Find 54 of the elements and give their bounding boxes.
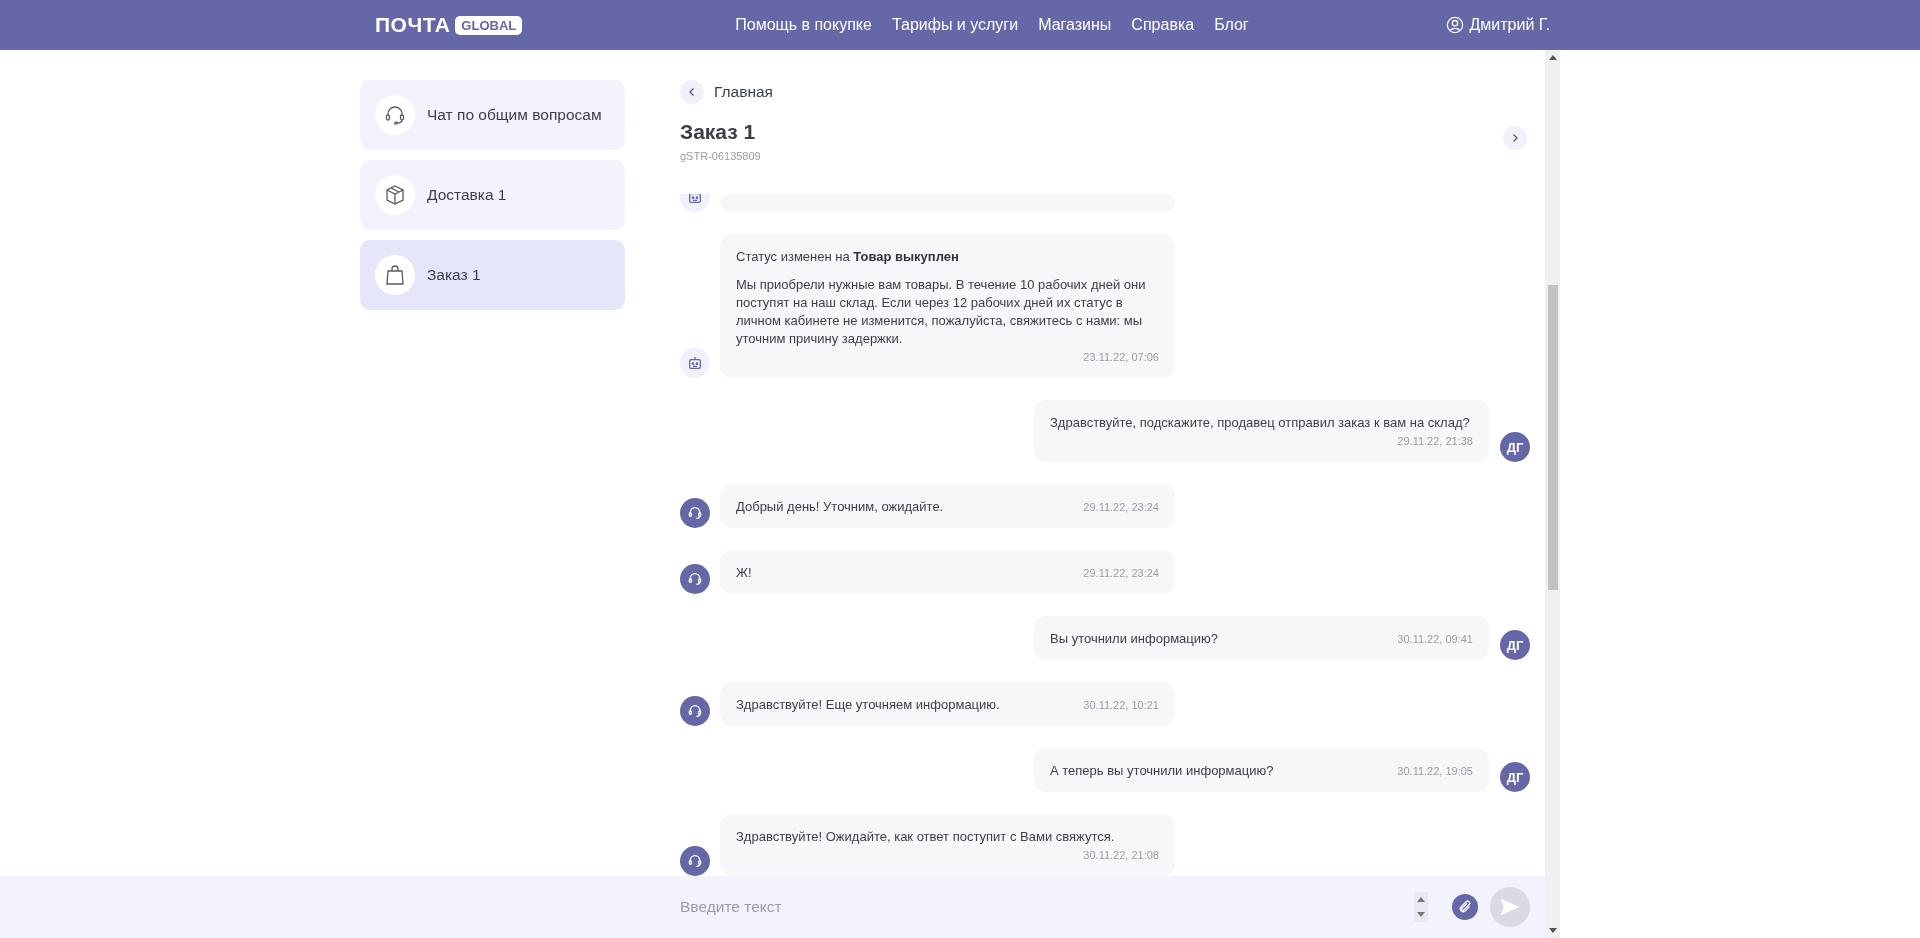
message-time: 30.11.22, 19:05 (1397, 764, 1473, 779)
message-time: 29.11.22, 23:24 (1083, 500, 1159, 515)
message-time: 29.11.22, 23:24 (1083, 566, 1159, 581)
logo[interactable]: ПОЧТА (375, 13, 451, 37)
headset-icon (383, 103, 407, 127)
user-link[interactable]: Дмитрий Г. (1445, 16, 1550, 34)
message-text: Ж! (736, 564, 752, 582)
sidebar-item[interactable]: Чат по общим вопросам (360, 80, 625, 150)
chevron-right-icon (1510, 133, 1520, 143)
message-text: Вы уточнили информацию? (1050, 630, 1218, 648)
chevron-left-icon (687, 87, 697, 97)
headset-icon (687, 703, 703, 719)
send-button[interactable] (1490, 887, 1530, 927)
message-input[interactable]: Введите текст (680, 887, 1402, 927)
spinner-icon[interactable] (1414, 892, 1428, 922)
message-field[interactable]: Введите текст (0, 876, 1545, 938)
status-line: Статус изменен на Товар выкуплен (736, 248, 960, 266)
message-time: 30.11.22, 10:21 (1083, 698, 1159, 713)
send-icon (1499, 896, 1521, 918)
message-time: 29.11.22, 21:38 (1397, 434, 1473, 449)
nav-link[interactable]: Справка (1131, 16, 1195, 34)
message-text: Здравствуйте, подскажите, продавец отправил заказ к вам на склад? (1050, 414, 1470, 432)
nav-link[interactable]: Магазины (1038, 16, 1112, 34)
user-avatar: ДГ (1500, 630, 1530, 660)
scrollbar[interactable] (1545, 50, 1560, 938)
message-time: 30.11.22, 21:08 (1083, 848, 1159, 863)
chat-title: Заказ 1 (680, 119, 756, 145)
next-button[interactable] (1503, 126, 1527, 150)
back-link[interactable]: Главная (680, 80, 773, 104)
sidebar-item[interactable]: Доставка 1 (360, 160, 625, 230)
message-text: А теперь вы уточнили информацию? (1050, 762, 1274, 780)
nav-link[interactable]: Тарифы и услуги (891, 16, 1019, 34)
paperclip-icon (1458, 900, 1472, 914)
message-text: Добрый день! Уточним, ожидайте. (736, 498, 944, 516)
message-time: 23.11.22, 07:06 (1083, 350, 1159, 365)
headset-icon (687, 505, 703, 521)
user-avatar: ДГ (1500, 762, 1530, 792)
box-icon (383, 183, 407, 207)
attach-button[interactable] (1452, 894, 1478, 920)
headset-icon (687, 571, 703, 587)
headset-icon (687, 853, 703, 869)
message-text: Здравствуйте! Ожидайте, как ответ поступит с Вами свяжутся. (736, 828, 1115, 846)
message-text: Мы приобрели нужные вам товары. В течение 10 рабочих дней они поступят на наш склад. Если через 12 рабочих дней их статус в личном кабинете не изменится, пожалуйста, свяжитесь с нами: мы уточним причину задержки. (736, 276, 1147, 348)
user-icon (1445, 16, 1464, 34)
bag-icon (383, 263, 407, 287)
logo-badge: GLOBAL (455, 15, 523, 35)
nav-link[interactable]: Помощь в покупке (735, 16, 872, 34)
order-code: gSTR-06135809 (680, 150, 761, 162)
message-time: 30.11.22, 09:41 (1397, 632, 1473, 647)
nav-link[interactable]: Блог (1214, 16, 1249, 34)
user-avatar: ДГ (1500, 432, 1530, 462)
robot-icon (687, 355, 703, 371)
sidebar-item[interactable]: Заказ 1 (360, 240, 625, 310)
message-text: Здравствуйте! Еще уточняем информацию. (736, 696, 1000, 714)
